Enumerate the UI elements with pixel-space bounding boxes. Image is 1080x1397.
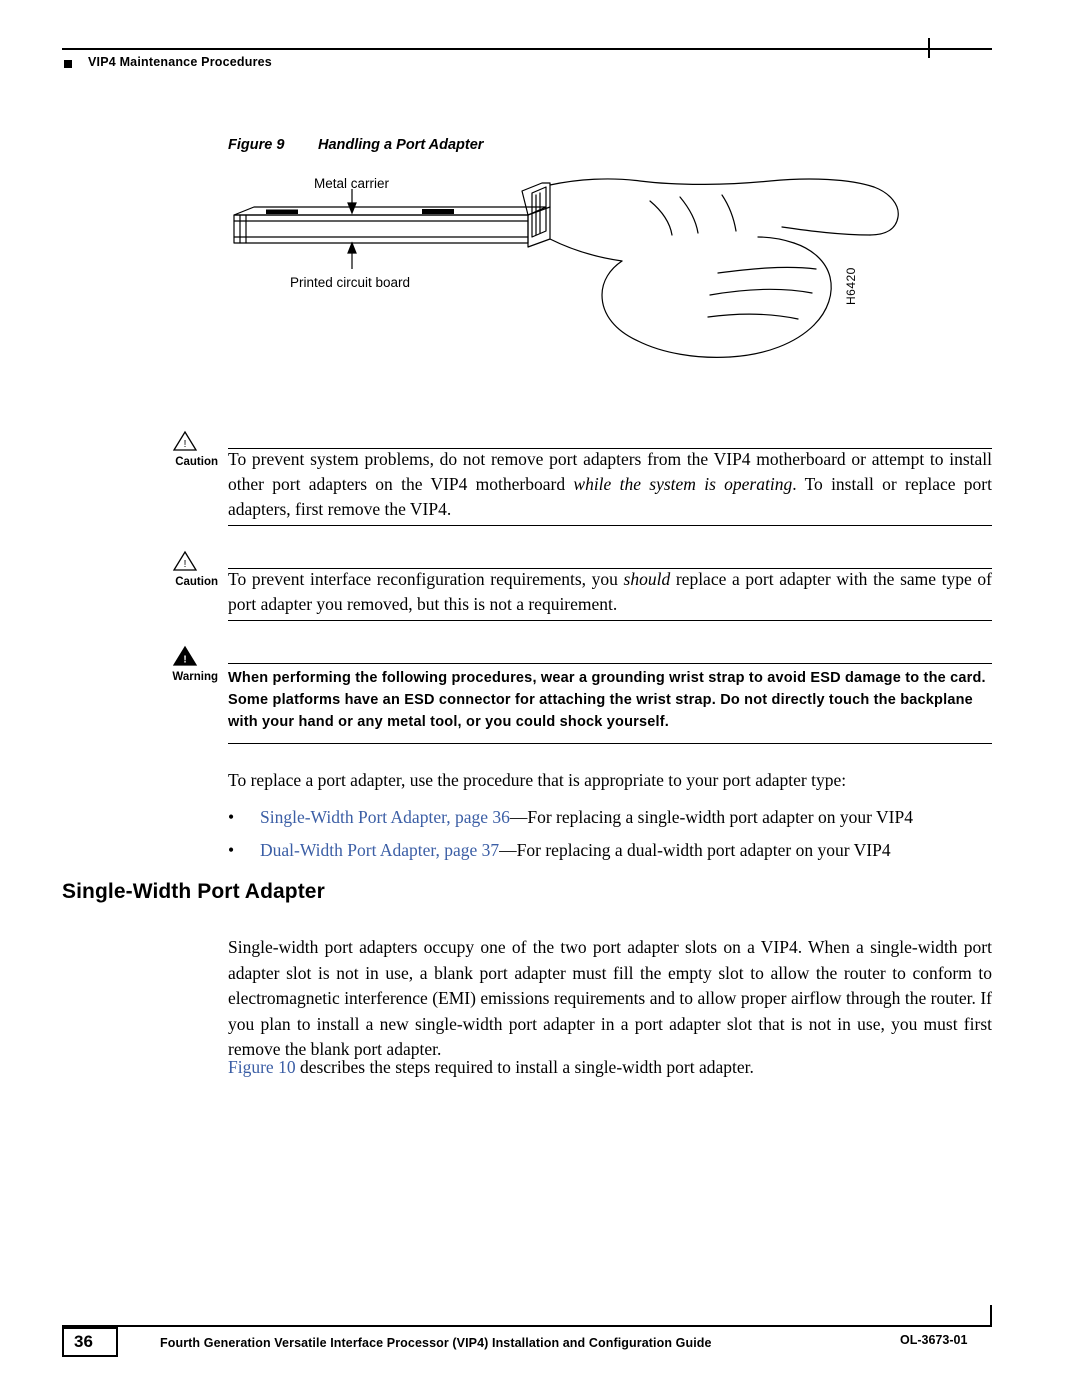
svg-text:!: ! — [183, 655, 186, 666]
bullet-icon: • — [228, 807, 235, 827]
link-single-width-port-adapter[interactable]: Single-Width Port Adapter, page 36 — [260, 807, 510, 827]
page-header: VIP4 Maintenance Procedures — [62, 40, 992, 70]
footer-crop-mark — [990, 1305, 992, 1325]
admonition-label: Warning — [172, 671, 218, 683]
header-crop-mark — [928, 38, 930, 58]
figure-artwork: Metal carrier Printed circuit board H642… — [210, 165, 910, 395]
footer-guide-title: Fourth Generation Versatile Interface Pr… — [160, 1336, 712, 1350]
list-item: • Dual-Width Port Adapter, page 37—For r… — [228, 838, 992, 864]
square-bullet-icon — [64, 60, 72, 68]
footer-doc-number: OL-3673-01 — [900, 1333, 968, 1347]
page-number: 36 — [74, 1332, 93, 1351]
list-item-rest: —For replacing a dual-width port adapter… — [499, 840, 891, 860]
link-figure-10[interactable]: Figure 10 — [228, 1057, 296, 1077]
admonition-rule-bottom — [228, 620, 992, 621]
figure-art-id: H6420 — [844, 267, 858, 305]
intro-paragraph: To replace a port adapter, use the proce… — [228, 770, 847, 790]
warning-triangle-icon: ! — [172, 645, 198, 667]
header-rule — [62, 48, 992, 50]
admonition-rule-bottom — [228, 525, 992, 526]
figure-label: Figure 9 — [228, 137, 285, 153]
admonition-rule-bottom — [228, 743, 992, 744]
caution-triangle-icon: ! — [172, 550, 198, 572]
footer-rule — [62, 1325, 992, 1327]
callout-metal-carrier: Metal carrier — [314, 176, 390, 191]
link-dual-width-port-adapter[interactable]: Dual-Width Port Adapter, page 37 — [260, 840, 499, 860]
admonition-text: When performing the following procedures… — [228, 670, 986, 730]
admonition-text: To prevent interface reconfiguration req… — [228, 569, 992, 614]
section-title: Single-Width Port Adapter — [62, 880, 325, 903]
admonition-label: Caution — [175, 576, 218, 588]
list-item-rest: —For replacing a single-width port adapt… — [509, 807, 913, 827]
figure-caption: Figure 9 Handling a Port Adapter — [228, 137, 483, 153]
admonition-label: Caution — [175, 456, 218, 468]
figure-title: Handling a Port Adapter — [318, 137, 484, 153]
admonition-text: To prevent system problems, do not remov… — [228, 449, 992, 519]
list-item: • Single-Width Port Adapter, page 36—For… — [228, 805, 992, 831]
section-paragraph: Single-width port adapters occupy one of… — [228, 937, 992, 1059]
list-item-text: Dual-Width Port Adapter, page 37—For rep… — [260, 838, 992, 864]
caution-triangle-icon: ! — [172, 430, 198, 452]
running-head: VIP4 Maintenance Procedures — [88, 55, 272, 69]
callout-printed-circuit-board: Printed circuit board — [290, 275, 411, 290]
svg-text:!: ! — [184, 559, 187, 570]
svg-text:!: ! — [184, 439, 187, 450]
figure-reference-paragraph: Figure 10 describes the steps required t… — [228, 1055, 992, 1081]
figure-reference-rest: describes the steps required to install … — [295, 1057, 754, 1077]
list-item-text: Single-Width Port Adapter, page 36—For r… — [260, 805, 992, 831]
admonition-rule-top — [228, 663, 992, 664]
bullet-icon: • — [228, 840, 235, 860]
